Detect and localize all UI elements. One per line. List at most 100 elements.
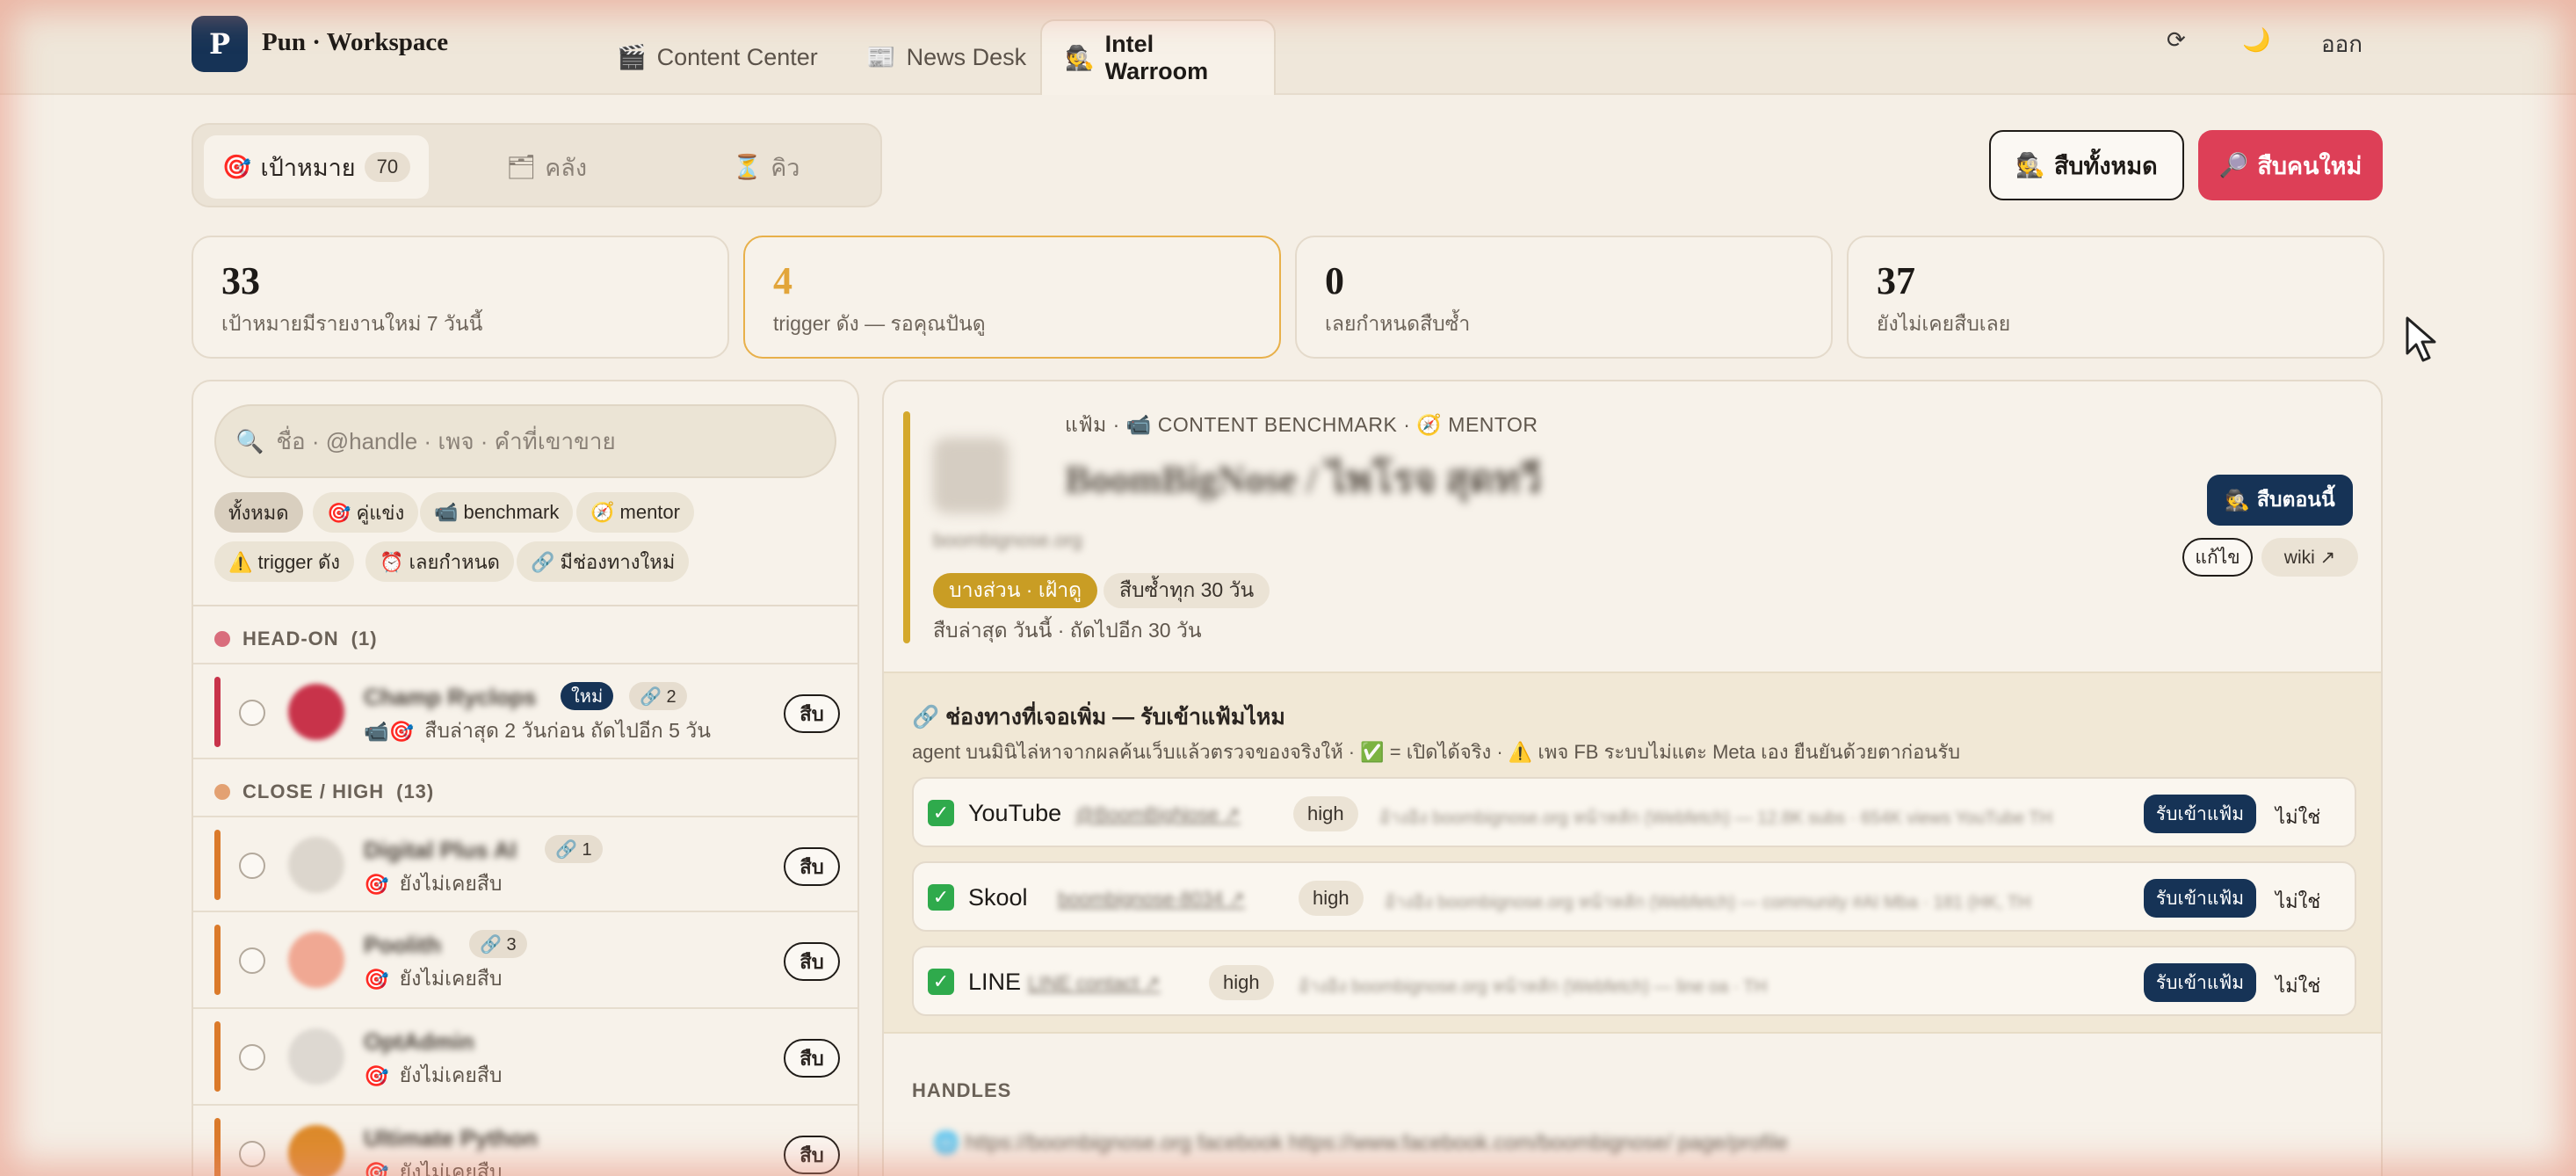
select-radio[interactable] (239, 1141, 265, 1167)
link-count-badge: 🔗 3 (469, 930, 527, 958)
row-meta: 🎯 ยังไม่เคยสืบ (364, 1157, 502, 1176)
investigate-row-button[interactable]: สืบ (784, 694, 840, 733)
avatar (288, 684, 344, 740)
target-url[interactable]: boombignose.org (933, 529, 1082, 552)
priority-bar (214, 677, 221, 747)
group-count: (1) (351, 628, 378, 650)
channel-link[interactable]: @BoomBigNose ↗ (1075, 803, 1241, 826)
accept-channel-button[interactable]: รับเข้าแฟ้ม (2144, 879, 2256, 918)
investigate-row-button[interactable]: สืบ (784, 942, 840, 981)
list-item[interactable]: OptAdmin 🎯 ยังไม่เคยสืบ สืบ (193, 1009, 857, 1106)
stat-overdue[interactable]: 0 เลยกำหนดสืบซ้ำ (1295, 236, 1833, 359)
row-meta: 📹🎯 สืบล่าสุด 2 วันก่อน ถัดไปอีก 5 วัน (364, 715, 711, 747)
priority-bar (214, 1021, 221, 1092)
investigate-new-button[interactable]: 🔎 สืบคนใหม่ (2198, 130, 2383, 200)
reject-channel-button[interactable]: ไม่ใช่ (2276, 886, 2320, 917)
row-status: สืบล่าสุด 2 วันก่อน ถัดไปอีก 5 วัน (424, 719, 711, 742)
tab-intel-warroom[interactable]: 🕵 Intel Warroom (1040, 19, 1276, 95)
reject-channel-button[interactable]: ไม่ใช่ (2276, 970, 2320, 1001)
segment-label: คิว (771, 154, 800, 181)
category-icons: 🎯 (364, 872, 389, 896)
filter-new-channels[interactable]: 🔗 มีช่องทางใหม่ (517, 541, 690, 582)
investigate-row-button[interactable]: สืบ (784, 1039, 840, 1078)
moon-icon[interactable]: 🌙 (2242, 26, 2270, 54)
investigate-row-button[interactable]: สืบ (784, 1136, 840, 1174)
select-radio[interactable] (239, 700, 265, 726)
tab-label: Intel Warroom (1104, 31, 1209, 84)
segment-targets[interactable]: 🎯 เป้าหมาย 70 (204, 135, 429, 199)
filter-trigger[interactable]: ⚠️ trigger ดัง (214, 541, 355, 582)
investigate-all-button[interactable]: 🕵 สืบทั้งหมด (1989, 130, 2184, 200)
segment-tabs: 🎯 เป้าหมาย 70 🗂 คลัง ⏳ คิว (192, 123, 882, 207)
group-dot (214, 631, 230, 647)
handles-list[interactable]: 🌐 https://boombignose.org facebook https… (933, 1130, 1788, 1156)
target-name: OptAdmin (364, 1028, 474, 1055)
channel-name: YouTube (968, 800, 1062, 826)
stat-new-reports[interactable]: 33 เป้าหมายมีรายงานใหม่ 7 วันนี้ (192, 236, 729, 359)
channel-description: อ้างอิง boombignose.org หน้าหลัก (Webfet… (1385, 893, 2031, 912)
priority-bar (214, 1118, 221, 1176)
tab-label: Content Center (656, 43, 818, 70)
clapper-icon: 🎬 (617, 44, 647, 70)
channel-row-line: ✓ LINE LINE contact ↗ high อ้างอิง boomb… (912, 946, 2356, 1016)
target-detail-name: BoomBigNose / ไพโรจ สุดทวี (1065, 458, 1542, 501)
target-detail-panel: แฟ้ม · 📹 CONTENT BENCHMARK · 🧭 MENTOR Bo… (882, 380, 2383, 1176)
filter-mentor[interactable]: 🧭 mentor (576, 492, 694, 533)
check-icon: ✓ (928, 884, 954, 911)
list-item[interactable]: Digital Plus AI 🔗 1 🎯 ยังไม่เคยสืบ สืบ (193, 816, 857, 912)
button-label: สืบตอนนี้ (2256, 488, 2335, 511)
handles-title: HANDLES (912, 1079, 1012, 1101)
target-list-panel: 🔍 ชื่อ · @handle · เพจ · คำที่เขาขาย ทั้… (192, 380, 859, 1176)
search-input[interactable]: 🔍 ชื่อ · @handle · เพจ · คำที่เขาขาย (214, 404, 836, 478)
accept-channel-button[interactable]: รับเข้าแฟ้ม (2144, 963, 2256, 1002)
stat-value: 33 (221, 259, 260, 302)
channel-link[interactable]: LINE contact ↗ (1028, 972, 1161, 995)
avatar (288, 837, 344, 893)
list-item[interactable]: Poolith 🔗 3 🎯 ยังไม่เคยสืบ สืบ (193, 912, 857, 1009)
refresh-icon[interactable]: ⟳ (2167, 26, 2186, 54)
app-title: Pun · Workspace (262, 28, 449, 56)
hourglass-icon: ⏳ (732, 154, 763, 180)
channel-name: LINE (968, 969, 1022, 995)
investigate-now-button[interactable]: 🕵 สืบตอนนี้ (2207, 475, 2353, 526)
segment-queue[interactable]: ⏳ คิว (654, 135, 879, 199)
list-item[interactable]: Champ Ryclops ใหม่ 🔗 2 📹🎯 สืบล่าสุด 2 วั… (193, 663, 857, 759)
group-title: CLOSE / HIGH (242, 780, 385, 802)
edit-button[interactable]: แก้ไข (2182, 538, 2253, 577)
filter-benchmark[interactable]: 📹 benchmark (420, 492, 574, 533)
filter-all[interactable]: ทั้งหมด (214, 492, 303, 533)
stat-value: 4 (773, 259, 792, 302)
tab-news-desk[interactable]: 📰 News Desk (843, 19, 1049, 95)
stat-triggers[interactable]: 4 trigger ดัง — รอคุณปันดู (743, 236, 1281, 359)
list-item[interactable]: Ultimate Python 🎯 ยังไม่เคยสืบ สืบ (193, 1106, 857, 1176)
stat-label: ยังไม่เคยสืบเลย (1877, 312, 2011, 335)
channel-link[interactable]: boombignose-8034 ↗ (1058, 888, 1245, 911)
avatar (288, 1125, 344, 1176)
select-radio[interactable] (239, 1044, 265, 1071)
channel-row-skool: ✓ Skool boombignose-8034 ↗ high อ้างอิง … (912, 861, 2356, 932)
filter-competitor[interactable]: 🎯 คู่แข่ง (313, 492, 419, 533)
filter-overdue[interactable]: ⏰ เลยกำหนด (365, 541, 514, 582)
select-radio[interactable] (239, 947, 265, 974)
button-label: สืบคนใหม่ (2257, 152, 2363, 179)
detective-icon: 🕵 (1065, 45, 1095, 71)
accept-channel-button[interactable]: รับเข้าแฟ้ม (2144, 795, 2256, 833)
accent-bar (903, 411, 910, 643)
tab-content-center[interactable]: 🎬 Content Center (594, 19, 841, 95)
target-name: Poolith (364, 932, 442, 958)
wiki-link-button[interactable]: wiki ↗ (2261, 538, 2358, 577)
group-count: (13) (396, 780, 435, 802)
reject-channel-button[interactable]: ไม่ใช่ (2276, 802, 2320, 832)
top-bar: P Pun · Workspace 🎬 Content Center 📰 New… (0, 0, 2576, 95)
last-check-text: สืบล่าสุด วันนี้ · ถัดไปอีก 30 วัน (933, 619, 1202, 642)
segment-archive[interactable]: 🗂 คลัง (434, 135, 659, 199)
logout-button[interactable]: ออก (2321, 26, 2363, 62)
select-radio[interactable] (239, 853, 265, 879)
folder-icon: 🗂 (505, 154, 537, 180)
segment-label: คลัง (545, 154, 588, 181)
link-count-badge: 🔗 2 (629, 682, 687, 710)
stat-label: เลยกำหนดสืบซ้ำ (1325, 312, 1471, 335)
stat-never-investigated[interactable]: 37 ยังไม่เคยสืบเลย (1847, 236, 2384, 359)
avatar (933, 438, 1009, 513)
investigate-row-button[interactable]: สืบ (784, 847, 840, 886)
